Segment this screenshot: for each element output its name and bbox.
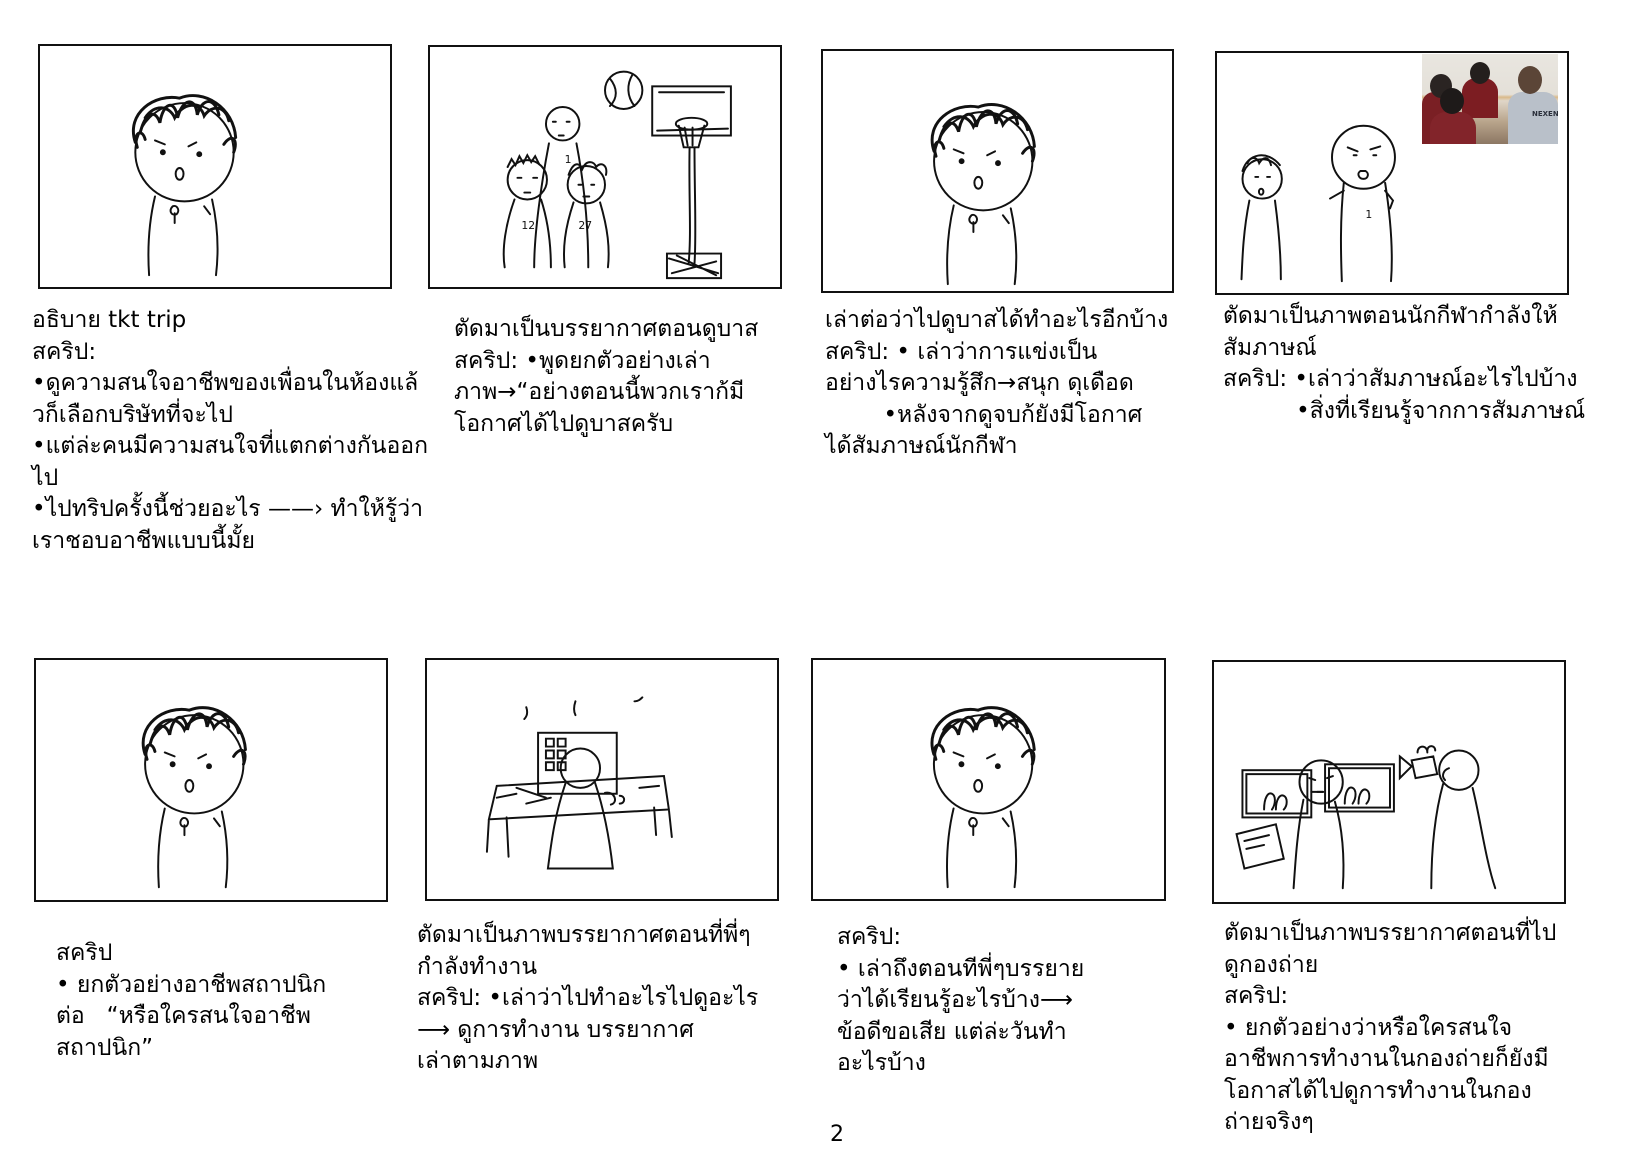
narrator-sketch	[141, 706, 247, 889]
office-sketch	[485, 696, 673, 870]
storyboard-panel-4: 1 NEXEN 18	[1215, 51, 1569, 295]
storyboard-panel-5	[34, 658, 388, 902]
svg-text:1: 1	[1365, 208, 1372, 221]
basketball-icon	[604, 70, 644, 110]
panel-2-caption: ตัดมาเป็นบรรยากาศตอนดูบาส สคริป: •พูดยกตั…	[454, 316, 759, 437]
storyboard-panel-6	[425, 658, 779, 901]
svg-text:1: 1	[565, 153, 572, 166]
storyboard-panel-3	[821, 49, 1174, 293]
film-set-sketch	[1235, 745, 1497, 890]
storyboard-panel-1	[38, 44, 392, 289]
narrator-sketch	[131, 94, 238, 277]
panel-1-caption: อธิบาย tkt trip สคริป: •ดูความสนใจอาชีพของ…	[32, 307, 429, 554]
panel-7-caption: สคริป: • เล่าถึงตอนทีพี่ๆบรรยาย ว่าได้เรีย…	[837, 924, 1085, 1076]
svg-text:12: 12	[521, 219, 535, 232]
narrator-sketch	[930, 706, 1036, 889]
panel-4-caption: ตัดมาเป็นภาพตอนนักกีฬากำลังให้ สัมภาษณ์ สค…	[1223, 303, 1586, 424]
panel-8-caption: ตัดมาเป็นภาพบรรยากาศตอนที่ไป ดูกองถ่าย สคร…	[1224, 920, 1557, 1135]
narrator-sketch	[930, 103, 1036, 286]
video-camera-icon	[1398, 745, 1439, 781]
panel-3-caption: เล่าต่อว่าไปดูบาสได้ทำอะไรอีกบ้าง สคริป: …	[825, 307, 1169, 459]
panel-6-caption: ตัดมาเป็นภาพบรรยากาศตอนที่พี่ๆ กำลังทำงาน…	[417, 922, 759, 1074]
interview-photo: NEXEN 18	[1422, 54, 1558, 144]
storyboard-panel-8	[1212, 660, 1566, 904]
svg-text:27: 27	[578, 219, 592, 232]
page-number: 2	[830, 1122, 844, 1147]
storyboard-panel-7	[811, 658, 1166, 901]
storyboard-panel-2: 1 12 27	[428, 45, 782, 289]
panel-5-caption: สคริป • ยกตัวอย่างอาชีพสถาปนิก ต่อ “หรือใค…	[56, 940, 327, 1061]
basketball-sketch: 1 12 27	[502, 70, 732, 280]
